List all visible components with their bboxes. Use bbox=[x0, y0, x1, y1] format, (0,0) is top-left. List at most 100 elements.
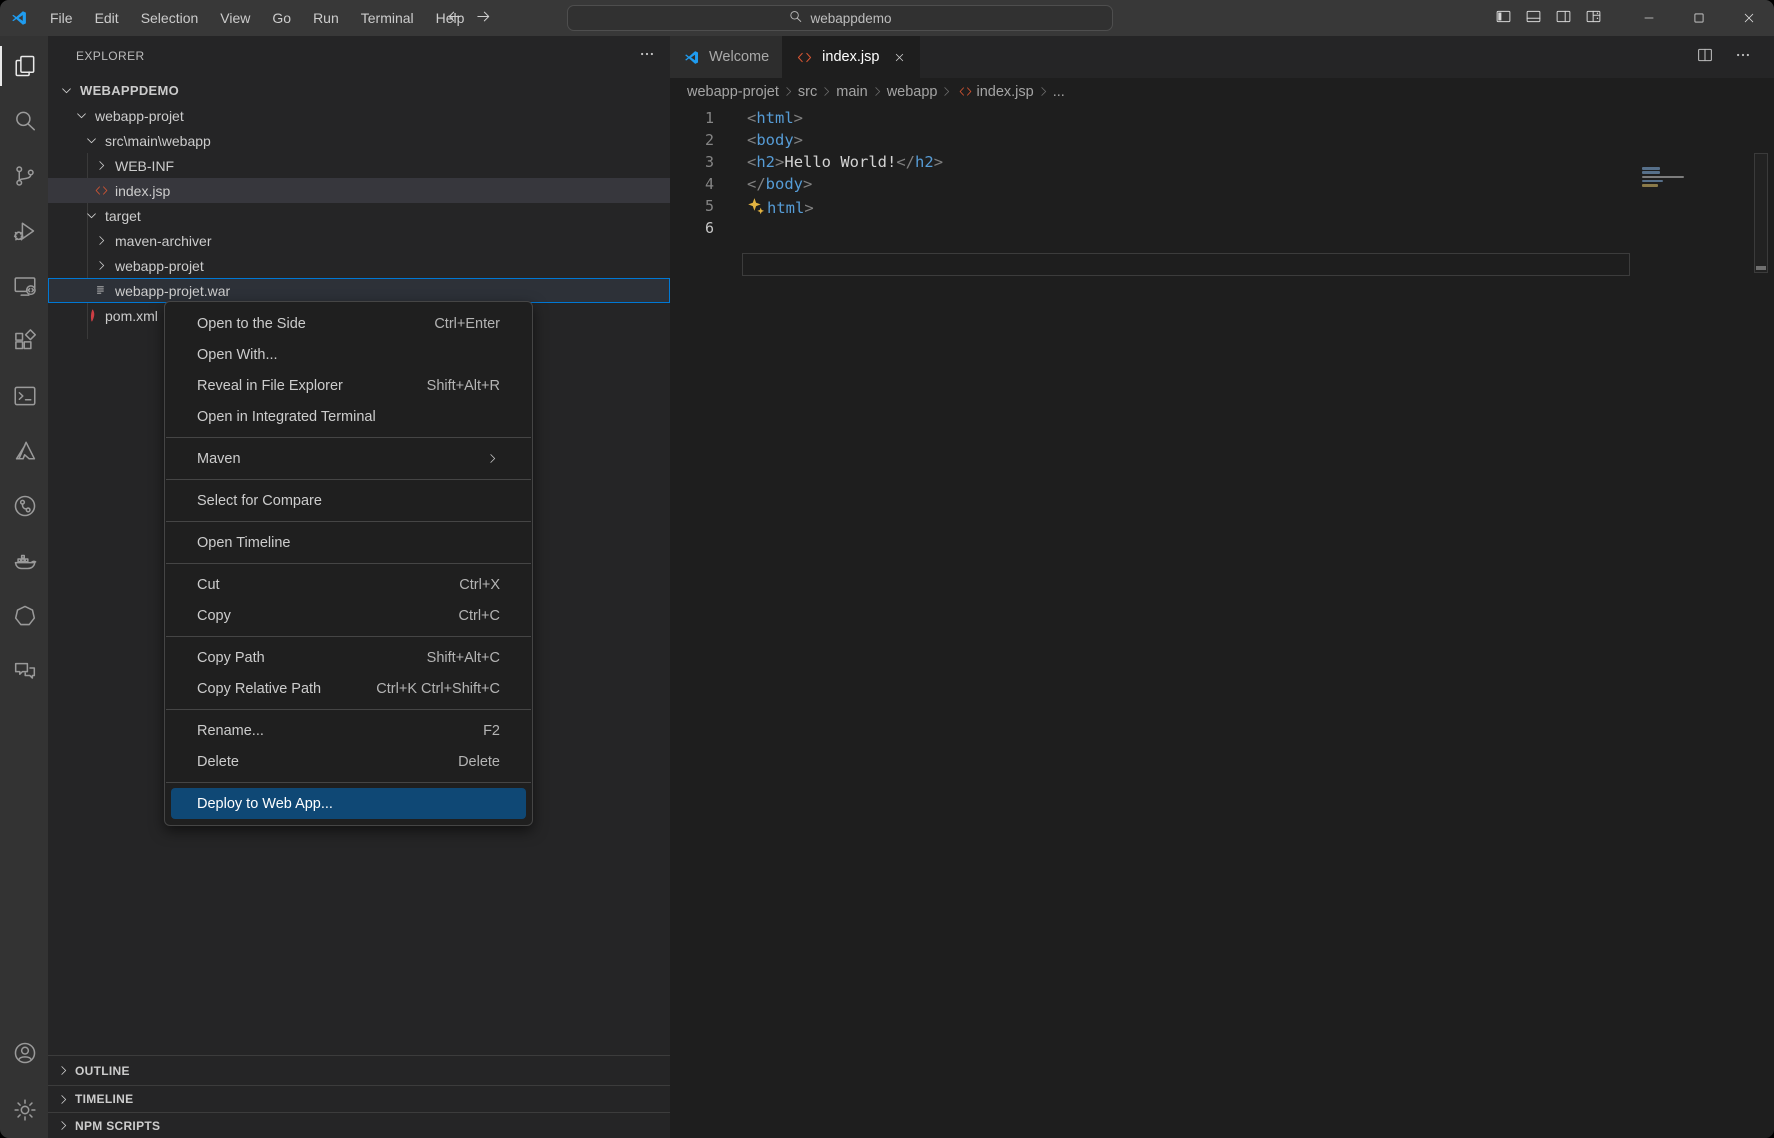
chevron-right-icon bbox=[93, 232, 110, 249]
toggle-sidebar-icon[interactable] bbox=[1495, 8, 1512, 28]
menu-item-delete[interactable]: DeleteDelete bbox=[171, 746, 526, 777]
tree-item-webapp-projet[interactable]: webapp-projet bbox=[48, 103, 670, 128]
code-line: 1<html> bbox=[670, 107, 1774, 129]
breadcrumb-item-webapp[interactable]: webapp bbox=[887, 84, 938, 100]
token: html bbox=[767, 199, 804, 217]
activity-azure-icon[interactable] bbox=[0, 431, 48, 471]
activity-explorer-icon[interactable] bbox=[0, 46, 48, 86]
customize-layout-icon[interactable] bbox=[1585, 8, 1602, 28]
menu-item-cut[interactable]: CutCtrl+X bbox=[171, 569, 526, 600]
section-label: TIMELINE bbox=[75, 1092, 133, 1106]
tree-item-webapp-projet-war[interactable]: webapp-projet.war bbox=[48, 278, 670, 303]
menu-item-shortcut: Shift+Alt+R bbox=[427, 378, 500, 394]
activity-terminal-icon[interactable] bbox=[0, 376, 48, 416]
menu-edit[interactable]: Edit bbox=[84, 0, 130, 36]
menu-separator bbox=[166, 709, 531, 710]
menu-selection[interactable]: Selection bbox=[130, 0, 210, 36]
tab-index-jsp[interactable]: index.jsp bbox=[783, 36, 920, 78]
menu-item-select-for-compare[interactable]: Select for Compare bbox=[171, 485, 526, 516]
menu-item-open-timeline[interactable]: Open Timeline bbox=[171, 527, 526, 558]
search-value: webappdemo bbox=[810, 11, 891, 26]
more-actions-icon[interactable] bbox=[1734, 46, 1752, 69]
menu-item-copy-path[interactable]: Copy PathShift+Alt+C bbox=[171, 642, 526, 673]
activity-heptagon-extension-icon[interactable] bbox=[0, 596, 48, 636]
token: > bbox=[934, 153, 943, 171]
code-line: 6 bbox=[670, 217, 1774, 239]
tree-item-maven-archiver[interactable]: maven-archiver bbox=[48, 228, 670, 253]
maximize-icon[interactable] bbox=[1674, 0, 1724, 36]
breadcrumb-item-webapp-projet[interactable]: webapp-projet bbox=[687, 84, 779, 100]
code-text: html> bbox=[747, 195, 814, 217]
tree-item-src-main-webapp[interactable]: src\main\webapp bbox=[48, 128, 670, 153]
chevron-down-icon bbox=[58, 82, 75, 99]
close-window-icon[interactable] bbox=[1724, 0, 1774, 36]
tree-item-target[interactable]: target bbox=[48, 203, 670, 228]
command-center-search[interactable]: webappdemo bbox=[567, 5, 1113, 31]
forward-arrow-icon[interactable] bbox=[475, 8, 492, 28]
activity-comments-icon[interactable] bbox=[0, 651, 48, 691]
tree-item-webapp-projet[interactable]: webapp-projet bbox=[48, 253, 670, 278]
code-editor[interactable]: 1<html>2<body>3<h2>Hello World!</h2>4</b… bbox=[670, 105, 1774, 1138]
activity-accounts-icon[interactable] bbox=[0, 1033, 48, 1073]
back-arrow-icon[interactable] bbox=[446, 8, 463, 28]
menu-go[interactable]: Go bbox=[261, 0, 302, 36]
token: > bbox=[794, 109, 803, 127]
line-number: 6 bbox=[670, 219, 714, 237]
tab-label: Welcome bbox=[709, 49, 769, 65]
tree-item-webappdemo[interactable]: WEBAPPDEMO bbox=[48, 78, 670, 103]
menu-item-reveal-in-file-explorer[interactable]: Reveal in File ExplorerShift+Alt+R bbox=[171, 370, 526, 401]
menu-separator bbox=[166, 636, 531, 637]
menu-item-copy[interactable]: CopyCtrl+C bbox=[171, 600, 526, 631]
tab-welcome[interactable]: Welcome bbox=[670, 36, 783, 78]
toggle-secondary-sidebar-icon[interactable] bbox=[1555, 8, 1572, 28]
vscode-logo-icon bbox=[10, 8, 30, 28]
menu-item-deploy-to-web-app[interactable]: Deploy to Web App... bbox=[171, 788, 526, 819]
toggle-panel-icon[interactable] bbox=[1525, 8, 1542, 28]
token: </ bbox=[896, 153, 915, 171]
menu-run[interactable]: Run bbox=[302, 0, 350, 36]
menu-item-open-to-the-side[interactable]: Open to the SideCtrl+Enter bbox=[171, 308, 526, 339]
code-line: 5 html> bbox=[670, 195, 1774, 217]
close-tab-icon[interactable] bbox=[893, 51, 906, 64]
line-number: 5 bbox=[670, 197, 714, 215]
menu-item-copy-relative-path[interactable]: Copy Relative PathCtrl+K Ctrl+Shift+C bbox=[171, 673, 526, 704]
section-timeline[interactable]: TIMELINE bbox=[48, 1085, 670, 1112]
activity-gitlens-icon[interactable] bbox=[0, 486, 48, 526]
menu-item-rename[interactable]: Rename...F2 bbox=[171, 715, 526, 746]
menu-terminal[interactable]: Terminal bbox=[350, 0, 425, 36]
activity-remote-explorer-icon[interactable] bbox=[0, 266, 48, 306]
menu-item-shortcut: Ctrl+C bbox=[459, 608, 501, 624]
split-editor-icon[interactable] bbox=[1696, 46, 1714, 69]
chevron-right-icon bbox=[55, 1091, 72, 1108]
copilot-sparkle-icon bbox=[747, 197, 765, 215]
line-number: 2 bbox=[670, 131, 714, 149]
menu-item-open-in-integrated-terminal[interactable]: Open in Integrated Terminal bbox=[171, 401, 526, 432]
tree-item-label: webapp-projet.war bbox=[115, 283, 230, 299]
editor-area: Welcome index.jsp webapp-projet src main web… bbox=[670, 36, 1774, 1138]
menu-view[interactable]: View bbox=[209, 0, 261, 36]
activity-extensions-icon[interactable] bbox=[0, 321, 48, 361]
section-outline[interactable]: OUTLINE bbox=[48, 1055, 670, 1085]
menu-file[interactable]: File bbox=[39, 0, 84, 36]
breadcrumb-item-src[interactable]: src bbox=[798, 84, 817, 100]
tree-item-web-inf[interactable]: WEB-INF bbox=[48, 153, 670, 178]
activity-source-control-icon[interactable] bbox=[0, 156, 48, 196]
activity-settings-icon[interactable] bbox=[0, 1090, 48, 1130]
section-npm-scripts[interactable]: NPM SCRIPTS bbox=[48, 1112, 670, 1138]
breadcrumb-chevron-icon bbox=[781, 84, 796, 99]
code-file-icon bbox=[796, 48, 814, 66]
minimize-icon[interactable] bbox=[1624, 0, 1674, 36]
token: < bbox=[747, 153, 756, 171]
activity-run-and-debug-icon[interactable] bbox=[0, 211, 48, 251]
breadcrumb-item-[interactable]: ... bbox=[1053, 84, 1065, 100]
warfile-file-icon bbox=[93, 282, 110, 299]
activity-search-icon[interactable] bbox=[0, 101, 48, 141]
menu-separator bbox=[166, 521, 531, 522]
menu-item-open-with[interactable]: Open With... bbox=[171, 339, 526, 370]
menu-item-maven[interactable]: Maven bbox=[171, 443, 526, 474]
tree-item-index-jsp[interactable]: index.jsp bbox=[48, 178, 670, 203]
tree-item-label: WEBAPPDEMO bbox=[80, 83, 179, 98]
breadcrumb-item-main[interactable]: main bbox=[836, 84, 867, 100]
activity-docker-icon[interactable] bbox=[0, 541, 48, 581]
breadcrumb-item-index-jsp[interactable]: index.jsp bbox=[976, 84, 1033, 100]
